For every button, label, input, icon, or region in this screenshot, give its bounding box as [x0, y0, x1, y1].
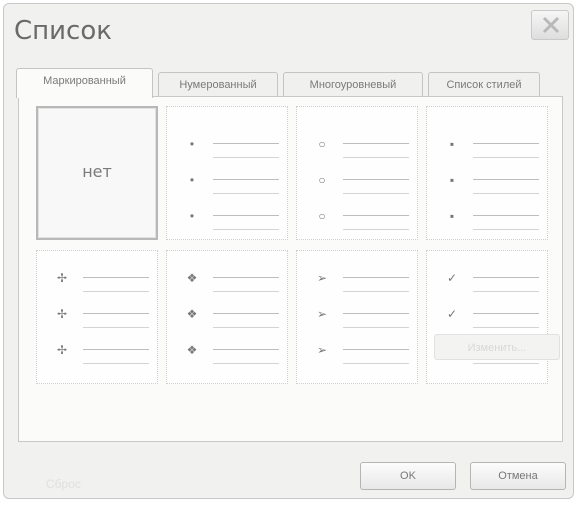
none-label: нет	[82, 162, 112, 181]
dialog-title: Список	[14, 16, 112, 46]
ok-button[interactable]: OK	[360, 462, 456, 490]
hollow-circle-bullet-icon: ○	[318, 173, 326, 187]
tab-list-styles[interactable]: Список стилей	[428, 72, 540, 96]
pushpin-bullet-icon: ✢	[56, 271, 68, 285]
checkmark-bullet-icon: ✓	[446, 307, 458, 321]
hollow-circle-bullet-icon: ○	[318, 137, 326, 151]
bullet-option-arrowhead[interactable]: ➢ ➢ ➢	[296, 250, 418, 384]
square-bullet-icon: ▪	[449, 137, 455, 151]
pushpin-bullet-icon: ✢	[56, 343, 68, 357]
tab-numbered[interactable]: Нумерованный	[158, 72, 278, 96]
arrowhead-bullet-icon: ➢	[316, 307, 328, 321]
arrowhead-bullet-icon: ➢	[316, 271, 328, 285]
checkmark-bullet-icon: ✓	[446, 271, 458, 285]
four-diamond-bullet-icon: ❖	[186, 271, 198, 285]
cancel-button[interactable]: Отмена	[470, 462, 566, 490]
bullet-option-checkmark[interactable]: ✓ ✓ ✓	[426, 250, 548, 384]
bullet-option-none[interactable]: нет	[36, 106, 158, 240]
bullet-option-small-dot[interactable]: • • •	[166, 106, 288, 240]
small-dot-bullet-icon: •	[189, 209, 195, 223]
square-bullet-icon: ▪	[449, 173, 455, 187]
reset-button[interactable]: Сброс	[46, 477, 81, 491]
hollow-circle-bullet-icon: ○	[318, 209, 326, 223]
small-dot-bullet-icon: •	[189, 137, 195, 151]
close-icon	[542, 16, 560, 34]
title-bar: Список	[4, 4, 573, 54]
small-dot-bullet-icon: •	[189, 173, 195, 187]
change-button[interactable]: Изменить...	[434, 334, 560, 360]
bullet-option-square[interactable]: ▪ ▪ ▪	[426, 106, 548, 240]
bullet-option-pushpin[interactable]: ✢ ✢ ✢	[36, 250, 158, 384]
tab-multilevel[interactable]: Многоуровневый	[283, 72, 423, 96]
tab-panel: нет • • • ○ ○ ○ ▪ ▪ ▪ ✢ ✢ ✢ ❖ ❖ ❖ ➢ ➢ ➢ …	[18, 96, 563, 442]
pushpin-bullet-icon: ✢	[56, 307, 68, 321]
tab-bulleted[interactable]: Маркированный	[16, 68, 153, 98]
bullet-option-four-diamond[interactable]: ❖ ❖ ❖	[166, 250, 288, 384]
four-diamond-bullet-icon: ❖	[186, 343, 198, 357]
four-diamond-bullet-icon: ❖	[186, 307, 198, 321]
list-dialog: Список Маркированный Нумерованный Многоу…	[3, 3, 574, 499]
square-bullet-icon: ▪	[449, 209, 455, 223]
close-button[interactable]	[531, 10, 569, 40]
arrowhead-bullet-icon: ➢	[316, 343, 328, 357]
bullet-option-hollow-circle[interactable]: ○ ○ ○	[296, 106, 418, 240]
